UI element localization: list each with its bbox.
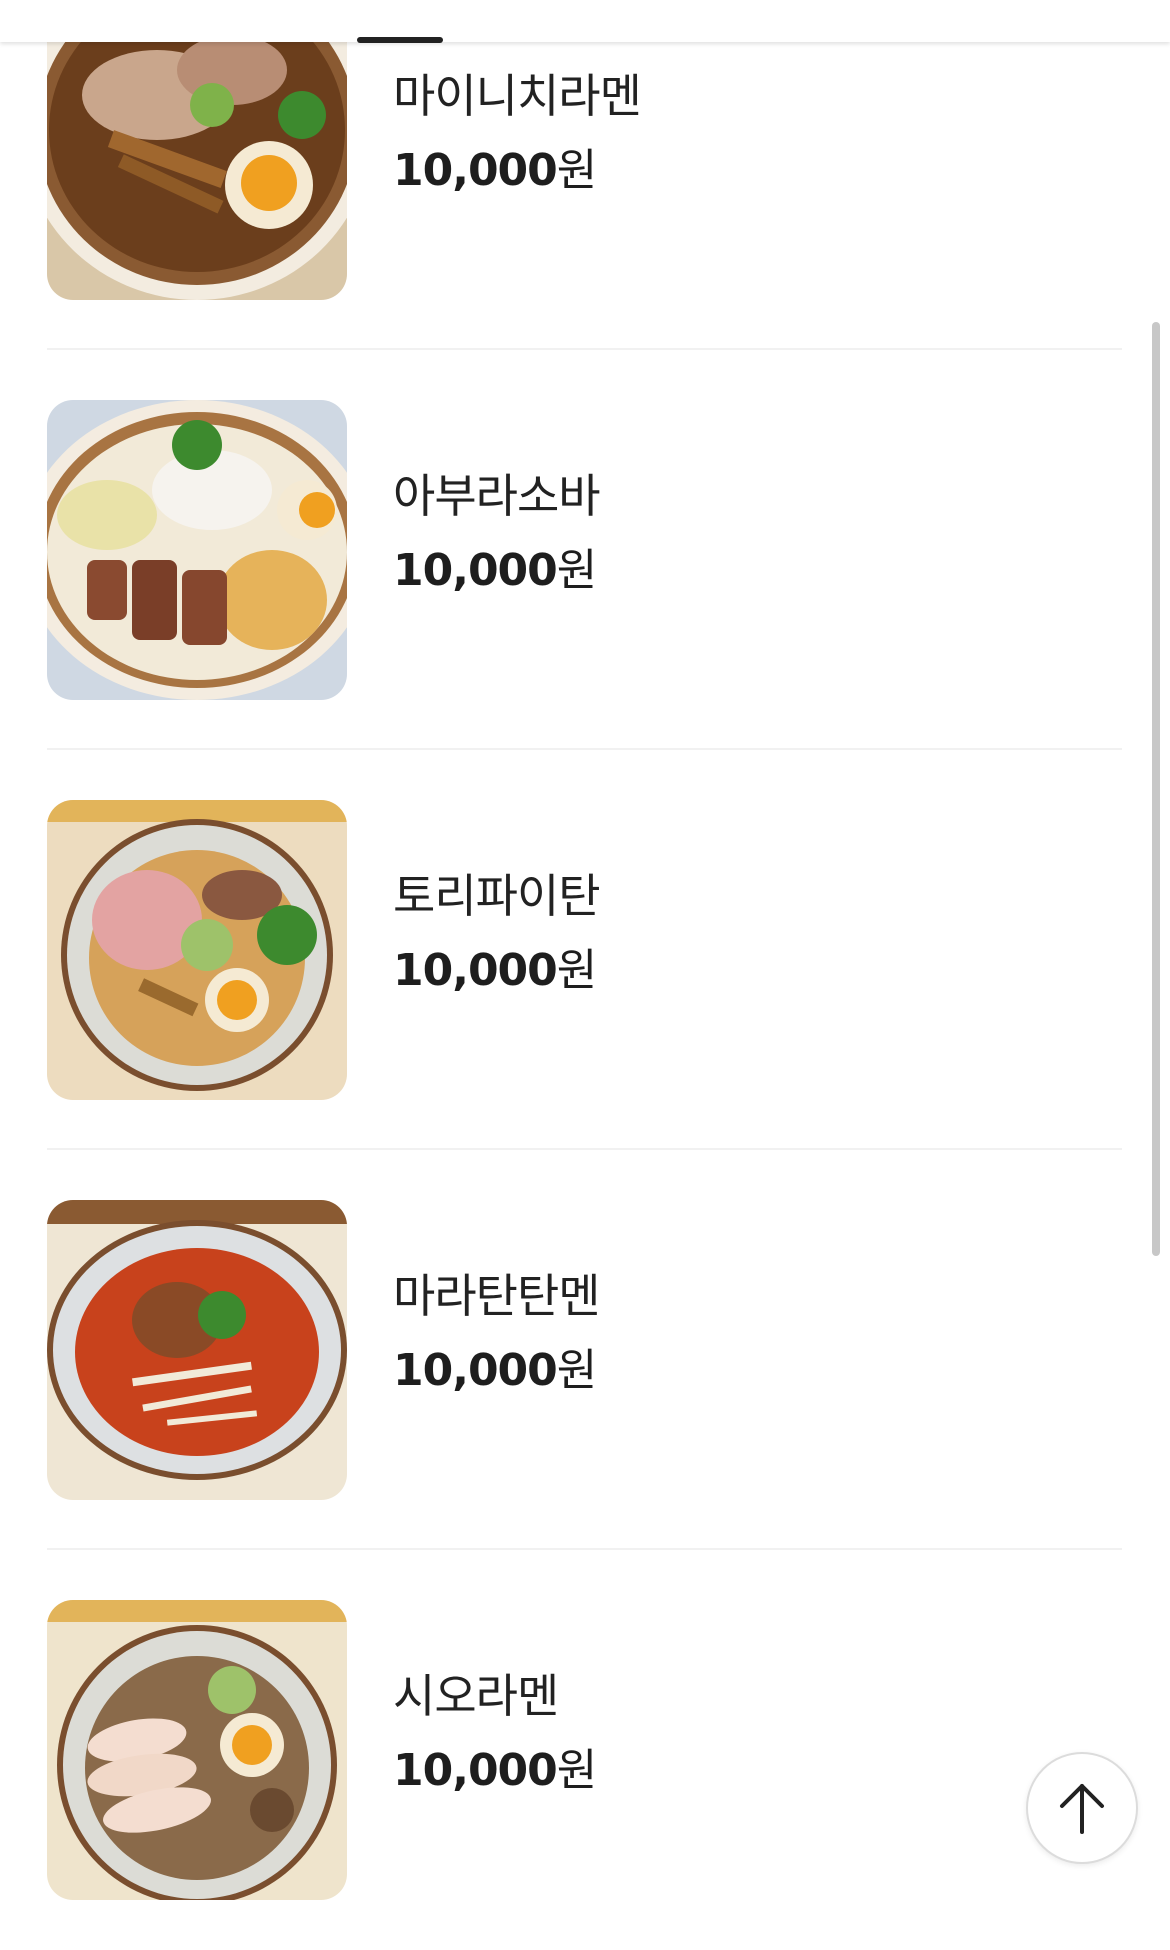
tori-paitan-photo <box>47 800 347 1100</box>
shio-ramen-photo <box>47 1600 347 1900</box>
tab-active-indicator <box>357 37 443 43</box>
price-value: 10,000 <box>393 945 558 996</box>
menu-item-photo <box>47 400 347 700</box>
menu-item-photo <box>47 800 347 1100</box>
menu-item[interactable]: 마이니치라멘 10,000원 <box>47 0 1122 350</box>
menu-item-photo <box>47 1200 347 1500</box>
shoyu-ramen-photo <box>47 0 347 300</box>
price-value: 10,000 <box>393 545 558 596</box>
price-unit: 원 <box>556 1345 597 1396</box>
price-unit: 원 <box>556 1745 597 1796</box>
price-unit: 원 <box>556 945 597 996</box>
price-value: 10,000 <box>393 145 558 196</box>
abura-soba-photo <box>47 400 347 700</box>
price-unit: 원 <box>556 145 597 196</box>
scrollbar[interactable] <box>1152 322 1160 1256</box>
price-unit: 원 <box>556 545 597 596</box>
menu-item[interactable]: 토리파이탄 10,000원 <box>47 750 1122 1150</box>
price-value: 10,000 <box>393 1745 558 1796</box>
menu-item-photo <box>47 0 347 300</box>
menu-item-name: 토리파이탄 <box>393 869 601 923</box>
menu-item-price: 10,000원 <box>393 1334 597 1398</box>
menu-item-name: 마라탄탄멘 <box>393 1269 601 1323</box>
menu-item-price: 10,000원 <box>393 134 597 198</box>
mala-tantanmen-photo <box>47 1200 347 1500</box>
menu-item-photo <box>47 1600 347 1900</box>
menu-item[interactable]: 시오라멘 10,000원 <box>47 1550 1122 1950</box>
menu-item-name: 아부라소바 <box>393 469 601 523</box>
arrow-up-icon <box>1060 1784 1104 1834</box>
menu-item[interactable]: 마라탄탄멘 10,000원 <box>47 1150 1122 1550</box>
menu-item-name: 마이니치라멘 <box>393 69 642 123</box>
menu-item-price: 10,000원 <box>393 534 597 598</box>
top-tab-bar <box>0 0 1170 43</box>
menu-item-price: 10,000원 <box>393 934 597 998</box>
price-value: 10,000 <box>393 1345 558 1396</box>
menu-item-name: 시오라멘 <box>393 1669 559 1723</box>
menu-item-price: 10,000원 <box>393 1734 597 1798</box>
scroll-to-top-button[interactable] <box>1026 1752 1138 1864</box>
menu-item[interactable]: 아부라소바 10,000원 <box>47 350 1122 750</box>
